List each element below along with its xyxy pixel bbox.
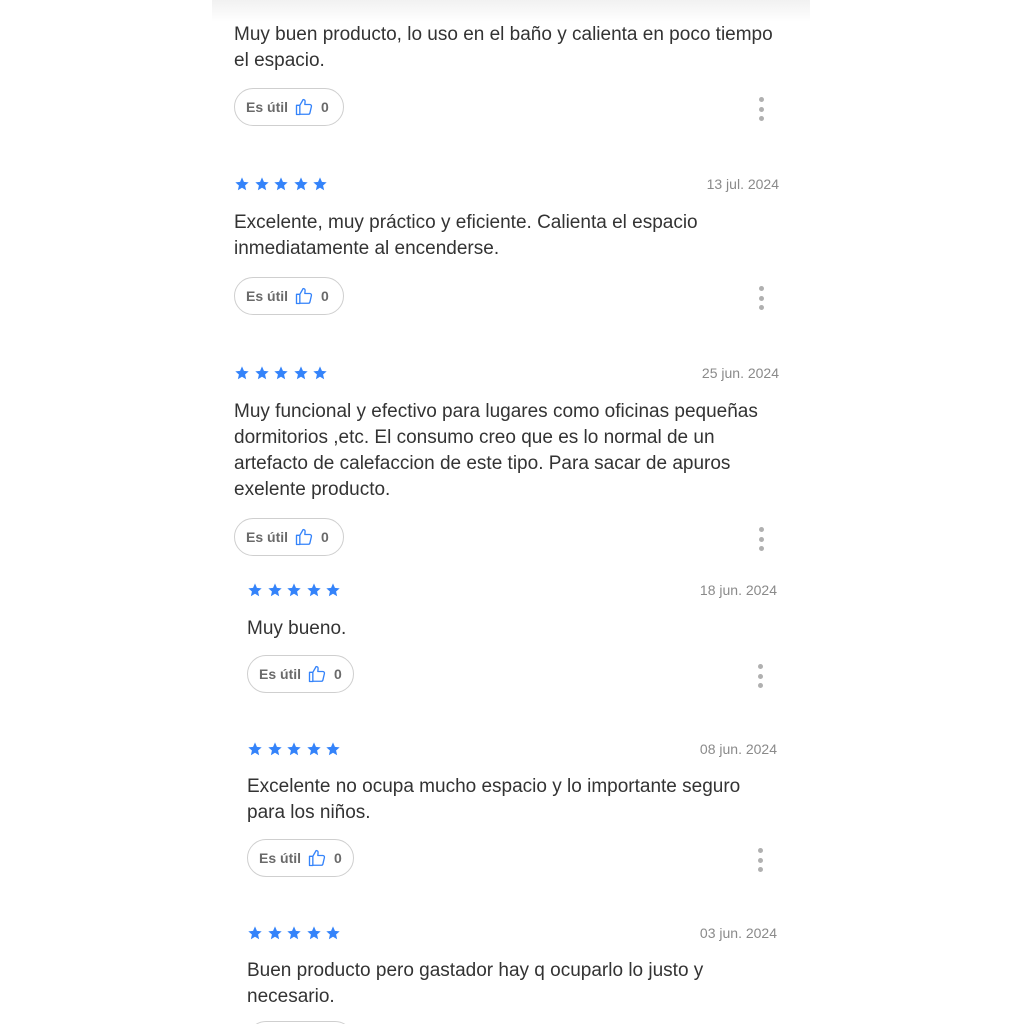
review-date: 13 jul. 2024 [706, 176, 779, 192]
helpful-label: Es útil [246, 99, 289, 115]
thumbs-up-icon [307, 664, 327, 684]
star-icon [267, 583, 282, 597]
helpful-button[interactable]: Es útil 0 [234, 518, 344, 556]
helpful-button[interactable]: Es útil 0 [247, 655, 354, 693]
review-card: Muy buen producto, lo uso en el baño y c… [234, 22, 782, 132]
star-icon [313, 177, 328, 191]
review-card: 25 jun. 2024 Muy funcional y efectivo pa… [234, 365, 782, 560]
star-icon [326, 926, 341, 940]
star-rating [247, 582, 345, 598]
star-icon [235, 366, 249, 380]
star-icon [248, 742, 262, 756]
review-text: Muy bueno. [247, 618, 347, 639]
more-options-icon[interactable] [754, 664, 766, 688]
star-icon [248, 583, 262, 597]
star-icon [307, 742, 321, 756]
star-icon [307, 926, 321, 940]
helpful-button[interactable]: Es útil 0 [234, 277, 344, 315]
star-icon [294, 177, 308, 191]
more-options-icon[interactable] [755, 527, 767, 551]
star-icon [274, 177, 288, 191]
more-options-icon[interactable] [754, 848, 766, 872]
star-icon [254, 366, 269, 380]
helpful-count: 0 [321, 529, 329, 545]
helpful-label: Es útil [259, 666, 302, 682]
star-icon [254, 177, 269, 191]
review-text: Muy funcional y efectivo para lugares co… [234, 401, 758, 500]
scroll-top-shadow [212, 0, 810, 22]
review-text: Buen producto pero gastador hay q ocupar… [247, 960, 704, 1007]
star-rating [234, 365, 332, 381]
helpful-count: 0 [321, 99, 329, 115]
star-icon [294, 366, 308, 380]
thumbs-up-icon [307, 848, 327, 868]
review-text: Excelente, muy práctico y eficiente. Cal… [234, 212, 698, 259]
review-text: Muy buen producto, lo uso en el baño y c… [234, 24, 773, 71]
review-date: 03 jun. 2024 [699, 925, 777, 941]
thumbs-up-icon [294, 286, 314, 306]
review-card: 03 jun. 2024 Buen producto pero gastador… [247, 925, 779, 1024]
helpful-count: 0 [321, 288, 329, 304]
star-icon [248, 926, 262, 940]
star-icon [287, 742, 301, 756]
star-icon [287, 926, 301, 940]
review-text: Excelente no ocupa mucho espacio y lo im… [247, 776, 741, 823]
helpful-button[interactable]: Es útil 0 [247, 839, 354, 877]
thumbs-up-icon [294, 97, 314, 117]
star-rating [247, 741, 345, 757]
review-card: 13 jul. 2024 Excelente, muy práctico y e… [234, 176, 782, 321]
star-rating [234, 176, 332, 192]
star-icon [326, 583, 341, 597]
review-date: 18 jun. 2024 [699, 582, 777, 598]
more-options-icon[interactable] [755, 97, 767, 121]
review-card: 18 jun. 2024 Muy bueno. Es útil 0 [247, 582, 779, 697]
star-icon [287, 583, 301, 597]
star-icon [274, 366, 288, 380]
star-icon [235, 177, 249, 191]
star-icon [267, 742, 282, 756]
helpful-count: 0 [334, 666, 342, 682]
star-icon [307, 583, 321, 597]
helpful-label: Es útil [259, 850, 302, 866]
helpful-count: 0 [334, 850, 342, 866]
helpful-button[interactable]: Es útil 0 [234, 88, 344, 126]
helpful-label: Es útil [246, 529, 289, 545]
review-date: 08 jun. 2024 [699, 741, 777, 757]
helpful-label: Es útil [246, 288, 289, 304]
review-card: 08 jun. 2024 Excelente no ocupa mucho es… [247, 741, 779, 881]
star-icon [267, 926, 282, 940]
star-icon [313, 366, 328, 380]
more-options-icon[interactable] [755, 286, 767, 310]
thumbs-up-icon [294, 527, 314, 547]
star-rating [247, 925, 345, 941]
review-date: 25 jun. 2024 [701, 365, 779, 381]
star-icon [326, 742, 341, 756]
